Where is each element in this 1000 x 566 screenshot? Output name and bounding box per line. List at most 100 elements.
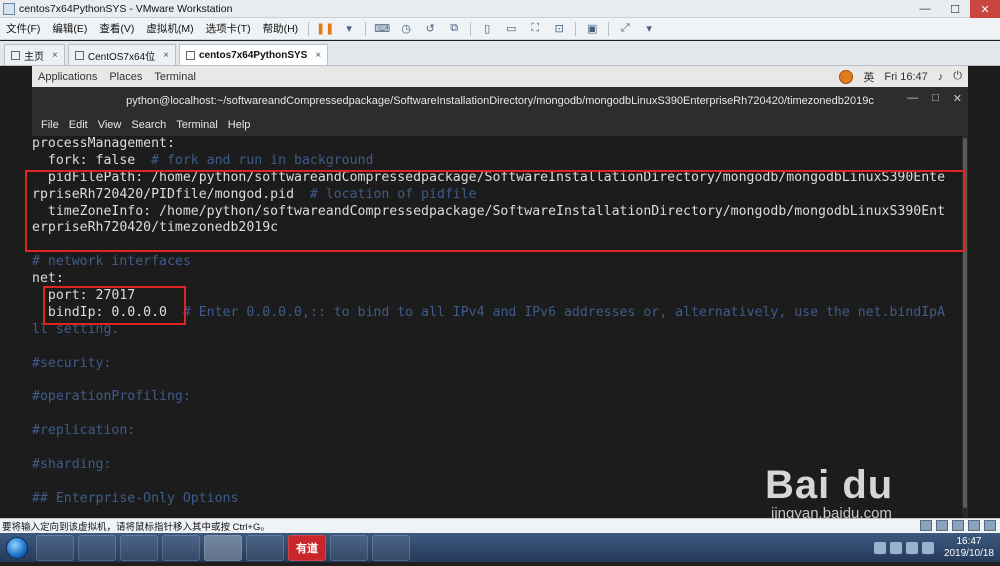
- terminal-line-text: rpriseRh720420/PIDfile/mongod.pid: [32, 186, 310, 202]
- terminal-menu-help[interactable]: Help: [223, 119, 256, 131]
- close-button[interactable]: ✕: [970, 0, 1000, 18]
- terminal-close-button[interactable]: ✕: [953, 92, 962, 105]
- full-screen-icon[interactable]: ⛶: [525, 21, 545, 37]
- dropdown-arrow-icon[interactable]: ▾: [639, 21, 659, 37]
- tool-icon[interactable]: [372, 534, 410, 561]
- terminal-line: fork: false # fork and run in background: [32, 153, 962, 170]
- toolbar-separator: [365, 21, 367, 36]
- console-view-icon[interactable]: ▣: [582, 21, 602, 37]
- software-update-icon[interactable]: [839, 69, 854, 84]
- terminal-line: ll setting.: [32, 322, 962, 339]
- toolbar-separator: [575, 21, 577, 36]
- terminal-line-text: fork: false: [32, 152, 152, 168]
- terminal-line: rpriseRh720420/PIDfile/mongod.pid # loca…: [32, 187, 962, 204]
- vm-display-margin-right: [968, 66, 1000, 518]
- menu-edit[interactable]: 编辑(E): [46, 21, 93, 36]
- terminal-line: #security:: [32, 356, 962, 373]
- wechat-icon[interactable]: [330, 534, 368, 561]
- dropdown-arrow-icon[interactable]: ▾: [339, 21, 359, 37]
- network-icon[interactable]: [952, 520, 964, 531]
- terminal-line-text: timeZoneInfo: /home/python/softwareandCo…: [32, 203, 946, 219]
- hdd-icon[interactable]: [920, 520, 932, 531]
- terminal-menu-bar: File Edit View Search Terminal Help: [32, 114, 968, 136]
- app-icon[interactable]: [246, 534, 284, 561]
- start-button[interactable]: [0, 534, 34, 561]
- stretch-view-icon[interactable]: ⤢: [615, 21, 635, 37]
- menu-file[interactable]: 文件(F): [0, 21, 46, 36]
- terminal-line-comment: #security:: [32, 355, 112, 371]
- terminal-menu-edit[interactable]: Edit: [64, 119, 93, 131]
- terminal-line-text: bindIp: 0.0.0.0: [32, 304, 183, 320]
- terminal-line: bindIp: 0.0.0.0 # Enter 0.0.0.0,:: to bi…: [32, 305, 962, 322]
- tray-app-icon[interactable]: [921, 541, 934, 554]
- terminal-app-menu[interactable]: Terminal: [148, 71, 202, 83]
- menu-tabs[interactable]: 选项卡(T): [200, 21, 257, 36]
- terminal-line-text: net:: [32, 271, 64, 287]
- media-player-icon[interactable]: [78, 534, 116, 561]
- tab-close-icon[interactable]: ×: [315, 50, 321, 61]
- tray-volume-icon[interactable]: [905, 541, 918, 554]
- maximize-button[interactable]: ☐: [940, 0, 970, 18]
- window-controls: — ☐ ✕: [910, 0, 1000, 18]
- revert-snapshot-icon[interactable]: ↺: [420, 21, 440, 37]
- terminal-window-controls: — □ ✕: [907, 92, 962, 105]
- tab-close-icon[interactable]: ×: [52, 50, 58, 61]
- vmware-taskbar-icon[interactable]: [204, 534, 242, 561]
- youdao-dict-icon[interactable]: 有道: [288, 534, 326, 561]
- power-icon[interactable]: ⏻: [953, 70, 962, 83]
- windows-orb-icon: [6, 536, 28, 559]
- terminal-menu-file[interactable]: File: [36, 119, 64, 131]
- terminal-line-text: pidFilePath: /home/python/softwareandCom…: [32, 169, 946, 185]
- menu-vm[interactable]: 虚拟机(M): [140, 21, 199, 36]
- taskbar-time: 16:47: [956, 535, 982, 547]
- snapshot-icon[interactable]: ◷: [396, 21, 416, 37]
- terminal-minimize-button[interactable]: —: [907, 92, 918, 105]
- thumbnail-bar-icon[interactable]: ▭: [501, 21, 521, 37]
- scrollbar-thumb[interactable]: [963, 138, 967, 508]
- tab-label: CentOS7x64位: [87, 51, 156, 63]
- tab-label: centos7x64PythonSYS: [198, 49, 308, 61]
- pause-icon[interactable]: ❚❚: [315, 21, 335, 37]
- terminal-line-comment: #replication:: [32, 423, 136, 439]
- tab-home[interactable]: 主页 ×: [4, 44, 65, 65]
- tab-centos7x64pythonsys[interactable]: centos7x64PythonSYS ×: [178, 44, 329, 65]
- file-explorer-icon[interactable]: [36, 534, 74, 561]
- tab-close-icon[interactable]: ×: [163, 50, 169, 61]
- menu-view[interactable]: 查看(V): [93, 21, 140, 36]
- tray-network-icon[interactable]: [889, 541, 902, 554]
- input-method-indicator[interactable]: 英: [863, 69, 874, 85]
- terminal-scrollbar[interactable]: [962, 136, 968, 518]
- terminal-menu-search[interactable]: Search: [126, 119, 171, 131]
- terminal-menu-terminal[interactable]: Terminal: [171, 119, 223, 131]
- taskbar-clock[interactable]: 16:47 2019/10/18: [944, 536, 994, 560]
- unity-icon[interactable]: ⊡: [549, 21, 569, 37]
- applications-menu[interactable]: Applications: [32, 71, 103, 83]
- show-library-icon[interactable]: ▯: [477, 21, 497, 37]
- editor-icon[interactable]: [120, 534, 158, 561]
- gnome-top-bar: Applications Places Terminal 英 Fri 16:47…: [32, 66, 968, 87]
- terminal-text-area[interactable]: processManagement: fork: false # fork an…: [32, 136, 962, 518]
- menu-help[interactable]: 帮助(H): [257, 21, 305, 36]
- send-keys-icon[interactable]: ⌨: [372, 21, 392, 37]
- terminal-line: processManagement:: [32, 136, 962, 153]
- terminal-line-comment: ll setting.: [32, 321, 120, 337]
- terminal-maximize-button[interactable]: □: [932, 92, 939, 105]
- gnome-status-area: 英 Fri 16:47 ♪ ⏻: [839, 66, 962, 87]
- terminal-line-comment: # location of pidfile: [309, 186, 477, 202]
- snapshot-manager-icon[interactable]: ⧉: [444, 21, 464, 37]
- terminal-menu-view[interactable]: View: [93, 119, 127, 131]
- windows-taskbar: 有道 16:47 2019/10/18: [0, 533, 1000, 562]
- tray-ime-icon[interactable]: [873, 541, 886, 554]
- usb-icon[interactable]: [968, 520, 980, 531]
- minimize-button[interactable]: —: [910, 0, 940, 18]
- places-menu[interactable]: Places: [103, 71, 148, 83]
- sound-icon[interactable]: [984, 520, 996, 531]
- cdrom-icon[interactable]: [936, 520, 948, 531]
- chrome-icon[interactable]: [162, 534, 200, 561]
- gnome-clock[interactable]: Fri 16:47: [884, 71, 927, 83]
- volume-icon[interactable]: ♪: [938, 71, 944, 83]
- tab-centos7x64[interactable]: CentOS7x64位 ×: [67, 44, 176, 65]
